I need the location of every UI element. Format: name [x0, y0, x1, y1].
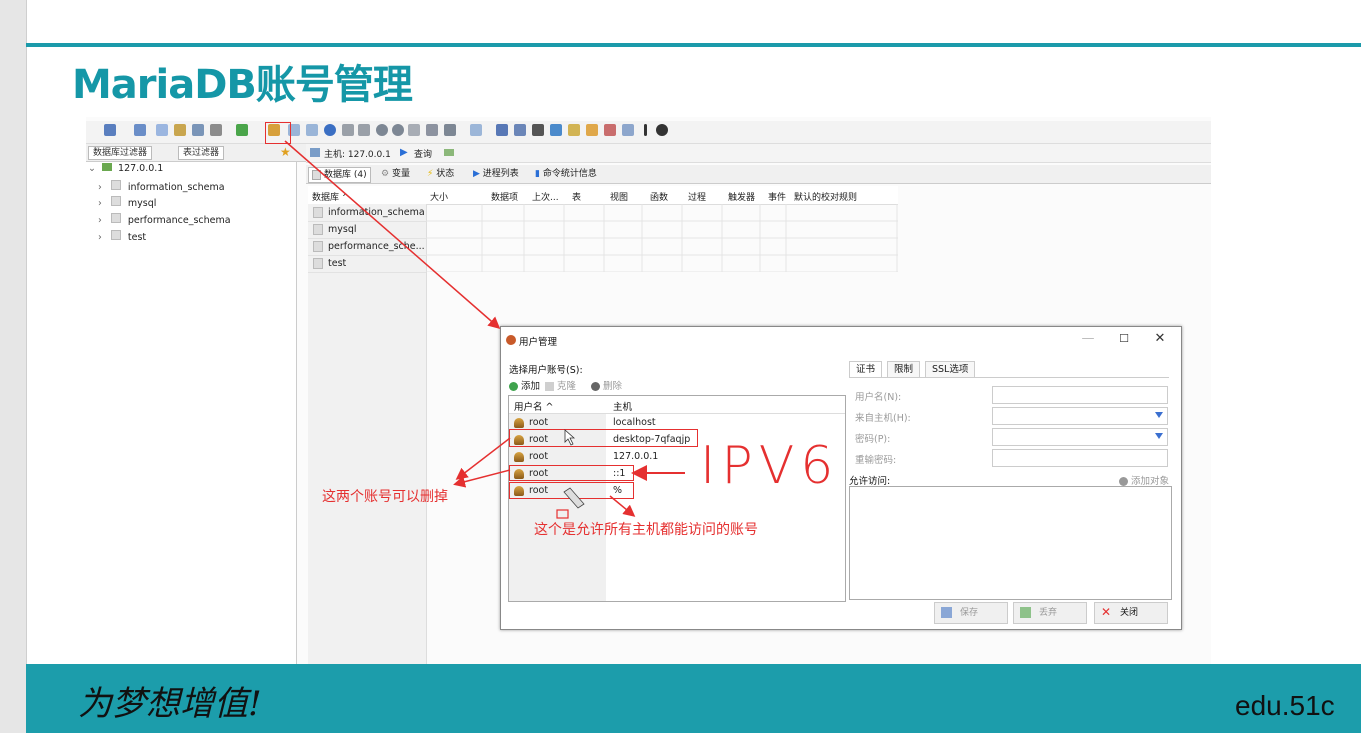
- annotation-all-hosts: 这个是允许所有主机都能访问的账号: [534, 522, 758, 538]
- annotation-ipv6: IPV6: [700, 436, 840, 496]
- slogan: 为梦想增值!: [78, 684, 262, 724]
- annotation-deletable: 这两个账号可以删掉: [322, 489, 448, 505]
- annotation-arrows: [284, 140, 685, 519]
- site-url: edu.51c: [1235, 690, 1335, 721]
